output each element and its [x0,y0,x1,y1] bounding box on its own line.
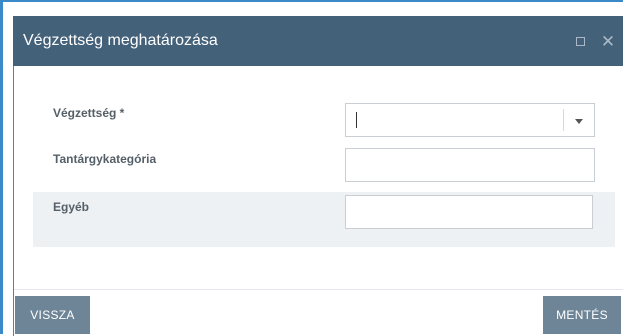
dialog-title: Végzettség meghatározása [23,32,218,49]
dialog-titlebar[interactable]: Végzettség meghatározása ✕ [13,16,623,66]
save-button[interactable]: MENTÉS [543,296,621,334]
close-icon: ✕ [600,31,616,51]
subject-category-field[interactable] [345,148,595,182]
footer-divider [14,289,623,290]
maximize-button[interactable] [566,27,594,55]
close-button[interactable]: ✕ [594,27,622,55]
field-label-other: Egyéb [53,200,90,214]
back-button[interactable]: VISSZA [15,296,90,334]
text-caret [356,112,357,128]
field-label-education: Végzettség * [53,106,125,120]
maximize-icon [575,36,585,46]
education-dialog: Végzettség meghatározása ✕ Végzettség * … [0,0,623,336]
education-select[interactable] [345,103,595,137]
chevron-down-icon[interactable] [564,117,594,124]
field-label-subject-category: Tantárgykategória [53,152,157,166]
other-field[interactable] [345,195,593,229]
subject-category-input[interactable] [346,149,594,181]
dialog-left-border [13,66,14,336]
other-input[interactable] [346,196,592,228]
